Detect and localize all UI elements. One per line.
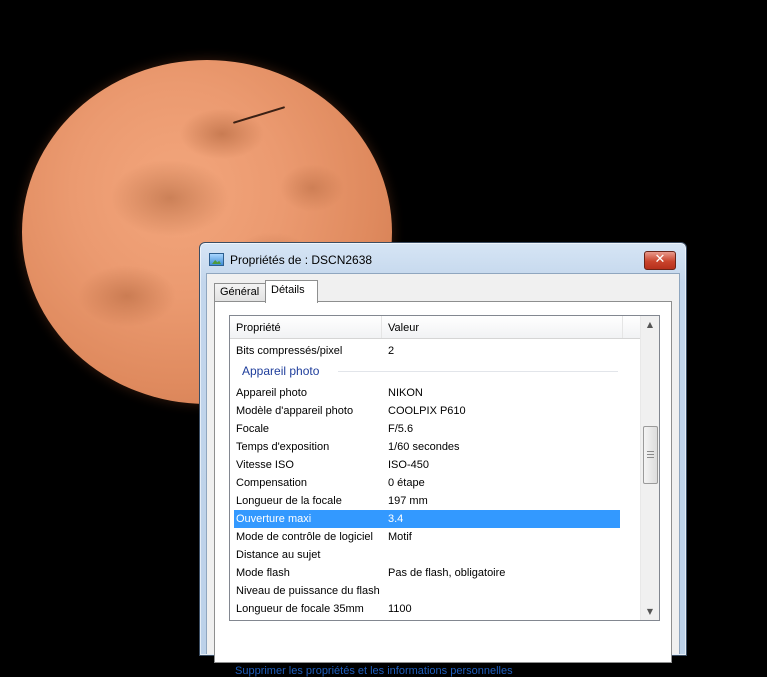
property-name: Distance au sujet xyxy=(236,549,321,561)
property-name: Vitesse ISO xyxy=(236,459,294,471)
table-row[interactable]: Longueur de la focale 197 mm xyxy=(234,492,620,510)
property-name: Mode de contrôle de logiciel xyxy=(236,531,373,543)
grip-line xyxy=(647,454,654,455)
table-row[interactable]: Bits compressés/pixel 2 xyxy=(234,342,620,360)
scroll-down-arrow-icon[interactable]: ▼ xyxy=(641,603,659,620)
remove-properties-link[interactable]: Supprimer les propriétés et les informat… xyxy=(235,665,513,677)
group-divider xyxy=(338,371,618,372)
table-row[interactable]: Niveau de puissance du flash xyxy=(234,582,620,600)
table-row-selected[interactable]: Ouverture maxi 3.4 xyxy=(234,510,620,528)
properties-dialog: Propriétés de : DSCN2638 ✕ Général Détai… xyxy=(199,242,687,677)
property-name: Niveau de puissance du flash xyxy=(236,585,380,597)
property-value: 1100 xyxy=(388,603,412,615)
property-value: F/5.6 xyxy=(388,423,414,435)
column-divider[interactable] xyxy=(622,316,623,338)
table-row[interactable]: Longueur de focale 35mm 1100 xyxy=(234,600,620,618)
table-row[interactable]: Vitesse ISO ISO-450 xyxy=(234,456,620,474)
window-title: Propriétés de : DSCN2638 xyxy=(230,253,373,267)
table-row[interactable]: Focale F/5.6 xyxy=(234,420,620,438)
tab-general[interactable]: Général xyxy=(214,283,267,301)
property-name: Focale xyxy=(236,423,270,435)
property-value: 2 xyxy=(388,345,395,357)
property-value: 1/60 secondes xyxy=(388,441,460,453)
property-name: Compensation xyxy=(236,477,307,489)
property-value: ISO-450 xyxy=(388,459,429,471)
close-button[interactable]: ✕ xyxy=(644,251,676,270)
table-row[interactable]: Modèle d'appareil photo COOLPIX P610 xyxy=(234,402,620,420)
group-header: Appareil photo xyxy=(242,362,628,380)
property-name: Longueur de focale 35mm xyxy=(236,603,364,615)
property-value: 3.4 xyxy=(388,513,404,525)
property-name: Modèle d'appareil photo xyxy=(236,405,354,417)
group-label: Appareil photo xyxy=(242,364,320,378)
property-name: Appareil photo xyxy=(236,387,307,399)
table-row[interactable]: Mode flash Pas de flash, obligatoire xyxy=(234,564,620,582)
property-value: Pas de flash, obligatoire xyxy=(388,567,506,579)
grip-line xyxy=(647,457,654,458)
property-value: 197 mm xyxy=(388,495,428,507)
property-value: NIKON xyxy=(388,387,423,399)
property-name: Longueur de la focale xyxy=(236,495,342,507)
property-name: Bits compressés/pixel xyxy=(236,345,343,357)
property-value: 0 étape xyxy=(388,477,425,489)
table-row[interactable]: Appareil photo NIKON xyxy=(234,384,620,402)
scrollbar-thumb[interactable] xyxy=(643,426,658,484)
image-file-icon xyxy=(209,253,224,266)
title-bar[interactable]: Propriétés de : DSCN2638 ✕ xyxy=(200,243,686,273)
table-row[interactable]: Distance au sujet xyxy=(234,546,620,564)
details-panel: Propriété Valeur Bits compressés/pixel 2… xyxy=(214,301,672,677)
list-header: Propriété Valeur xyxy=(230,316,640,339)
properties-list[interactable]: Propriété Valeur Bits compressés/pixel 2… xyxy=(229,315,660,621)
scroll-up-arrow-icon[interactable]: ▲ xyxy=(641,316,659,333)
dialog-client-area: Général Détails Propriété Valeur Bits co… xyxy=(206,273,680,677)
table-row[interactable]: Compensation 0 étape xyxy=(234,474,620,492)
table-row[interactable]: Mode de contrôle de logiciel Motif xyxy=(234,528,620,546)
tab-details[interactable]: Détails xyxy=(265,280,318,303)
property-name: Temps d'exposition xyxy=(236,441,330,453)
property-name: Mode flash xyxy=(236,567,290,579)
column-header-property[interactable]: Propriété xyxy=(236,316,382,338)
grip-line xyxy=(647,451,654,452)
vertical-scrollbar[interactable]: ▲ ▼ xyxy=(640,316,659,620)
column-header-value[interactable]: Valeur xyxy=(388,316,622,338)
property-value: COOLPIX P610 xyxy=(388,405,466,417)
column-divider[interactable] xyxy=(381,316,382,338)
table-row[interactable]: Temps d'exposition 1/60 secondes xyxy=(234,438,620,456)
property-name: Ouverture maxi xyxy=(236,513,312,525)
property-value: Motif xyxy=(388,531,412,543)
